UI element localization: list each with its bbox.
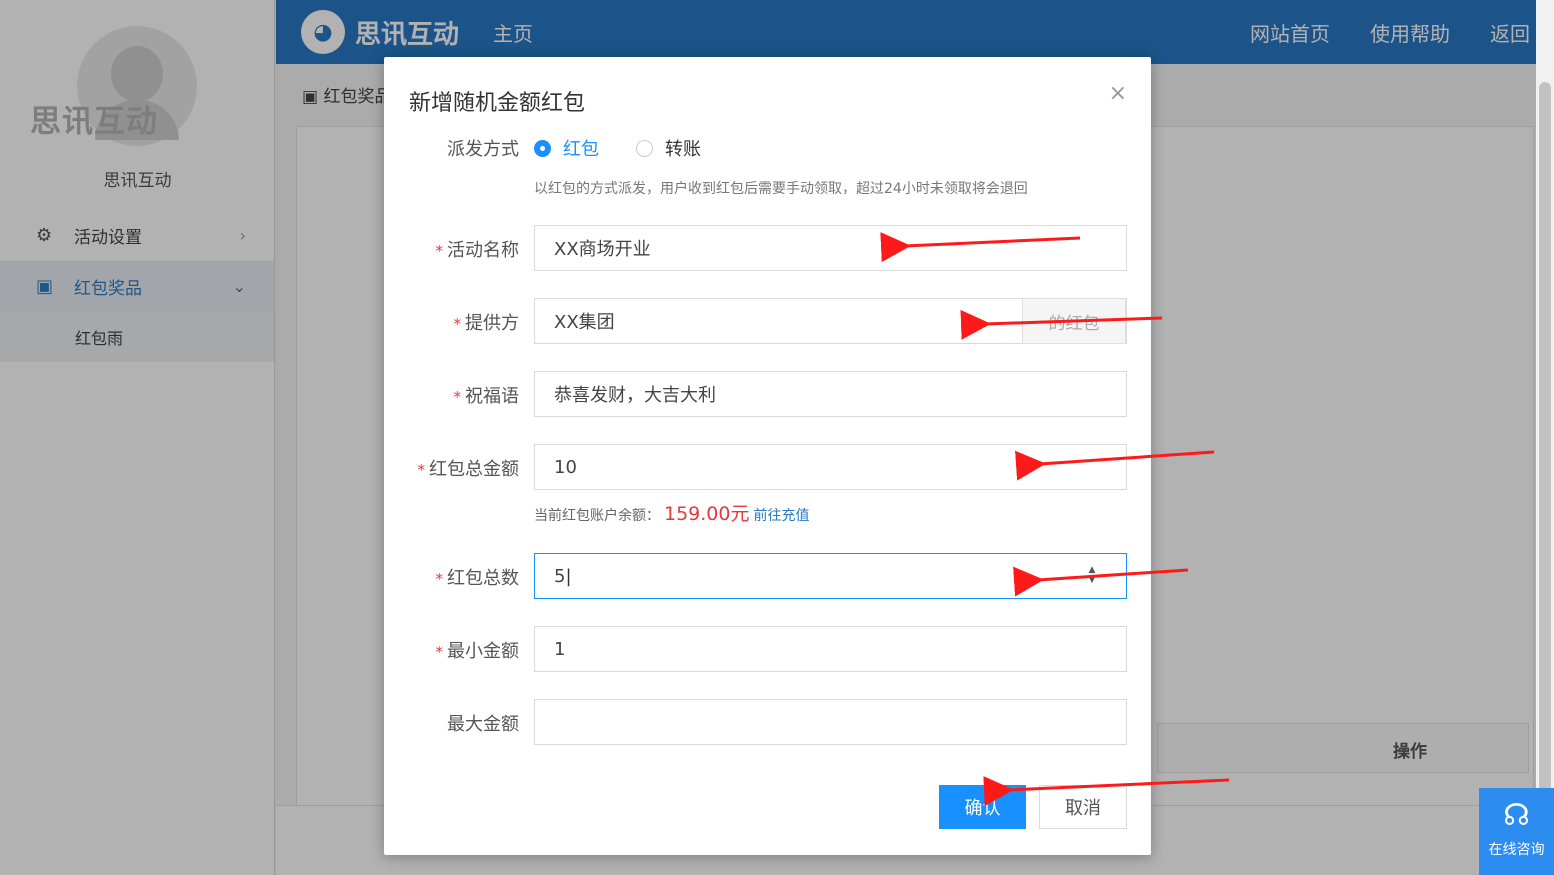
greeting-label: * 祝福语 — [453, 386, 520, 407]
radio-transfer[interactable]: 转账 — [636, 135, 701, 161]
modal-title: 新增随机金额红包 — [409, 91, 586, 116]
radio-red-packet[interactable]: 红包 — [534, 135, 599, 161]
activity-name-input[interactable]: XX商场开业 — [534, 225, 1127, 271]
provider-label: * 提供方 — [453, 313, 520, 334]
number-spinner-icon[interactable]: ▲ ▼ — [1086, 565, 1098, 587]
min-amount-label: * 最小金额 — [435, 641, 520, 662]
headset-icon: ☊ — [1503, 798, 1530, 833]
greeting-input[interactable]: 恭喜发财，大吉大利 — [534, 371, 1127, 417]
total-amount-input[interactable]: 10 — [534, 444, 1127, 490]
total-amount-label: * 红包总金额 — [417, 459, 520, 480]
confirm-button[interactable]: 确认 — [939, 785, 1026, 829]
radio-checked-icon — [534, 139, 551, 157]
max-amount-label: 最大金额 — [447, 714, 519, 735]
provider-input[interactable]: XX集团 的红包 — [534, 298, 1127, 344]
name-label: * 活动名称 — [435, 240, 520, 261]
add-red-packet-modal: 新增随机金额红包 × 派发方式 红包 转账 以红包的方式派发，用户收到红包后需要… — [384, 57, 1151, 855]
total-count-label: * 红包总数 — [435, 568, 520, 589]
provider-suffix: 的红包 — [1022, 298, 1126, 344]
close-icon[interactable]: × — [1109, 81, 1127, 106]
method-hint: 以红包的方式派发，用户收到红包后需要手动领取，超过24小时未领取将会退回 — [534, 181, 1028, 197]
radio-unchecked-icon — [636, 139, 653, 157]
max-amount-input[interactable] — [534, 699, 1127, 745]
method-label: 派发方式 — [447, 139, 519, 160]
min-amount-input[interactable]: 1 — [534, 626, 1127, 672]
recharge-link[interactable]: 前往充值 — [753, 505, 809, 525]
online-consult-button[interactable]: ☊ 在线咨询 — [1479, 788, 1554, 875]
page-scrollbar[interactable] — [1536, 0, 1554, 875]
balance-amount: 159.00元 — [664, 503, 750, 525]
cancel-button[interactable]: 取消 — [1039, 785, 1127, 829]
balance-line: 当前红包账户余额： 159.00元 前往充值 — [534, 499, 809, 526]
total-count-input[interactable]: 5 | ▲ ▼ — [534, 553, 1127, 599]
